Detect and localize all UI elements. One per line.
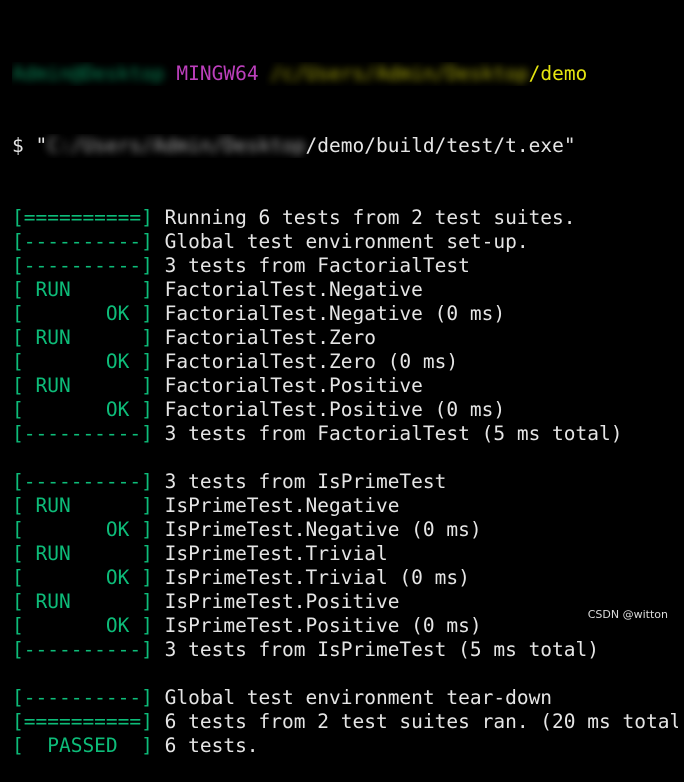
status-tag: [==========] [12, 206, 153, 229]
output-text: 6 tests from 2 test suites ran. (20 ms t… [152, 710, 678, 733]
terminal-window[interactable]: Admin@Desktop MINGW64 /c/Users/Admin/Des… [12, 14, 678, 782]
output-text: 3 tests from IsPrimeTest (5 ms total) [152, 638, 600, 661]
status-tag: [ OK ] [12, 398, 153, 421]
output-text: 3 tests from FactorialTest [152, 254, 470, 277]
status-tag: [ RUN ] [12, 278, 153, 301]
command-path-blurred: C:/Users/Admin/Desktop [47, 134, 306, 157]
output-line: [----------] 3 tests from FactorialTest … [12, 422, 678, 446]
prompt-line: Admin@Desktop MINGW64 /c/Users/Admin/Des… [12, 62, 678, 86]
output-line: [ OK ] IsPrimeTest.Negative (0 ms) [12, 518, 678, 542]
status-tag: [ OK ] [12, 566, 153, 589]
status-tag: [ PASSED ] [12, 734, 153, 757]
output-text: IsPrimeTest.Trivial (0 ms) [152, 566, 470, 589]
prompt-symbol: $ [12, 134, 24, 157]
output-text: FactorialTest.Positive (0 ms) [152, 398, 506, 421]
output-line: [ OK ] FactorialTest.Zero (0 ms) [12, 350, 678, 374]
output-line: [==========] 6 tests from 2 test suites … [12, 710, 678, 734]
output-line: [ RUN ] IsPrimeTest.Trivial [12, 542, 678, 566]
status-tag: [ RUN ] [12, 374, 153, 397]
output-text: FactorialTest.Positive [152, 374, 423, 397]
output-line: [----------] 3 tests from FactorialTest [12, 254, 678, 278]
output-line: [----------] Global test environment set… [12, 230, 678, 254]
output-text: 3 tests from FactorialTest (5 ms total) [152, 422, 623, 445]
status-tag: [ OK ] [12, 518, 153, 541]
command-line: $ "C:/Users/Admin/Desktop/demo/build/tes… [12, 134, 678, 158]
output-line: [ OK ] FactorialTest.Negative (0 ms) [12, 302, 678, 326]
user-host: Admin@Desktop [12, 62, 165, 85]
prompt-path-blurred: /c/Users/Admin/Desktop [270, 62, 529, 85]
output-text: IsPrimeTest.Positive [152, 590, 400, 613]
output-text: 6 tests. [152, 734, 259, 757]
output-line: [ OK ] IsPrimeTest.Trivial (0 ms) [12, 566, 678, 590]
output-line: [ RUN ] FactorialTest.Positive [12, 374, 678, 398]
output-text: IsPrimeTest.Positive (0 ms) [152, 614, 482, 637]
status-tag: [ OK ] [12, 614, 153, 637]
status-tag: [----------] [12, 254, 153, 277]
output-text: IsPrimeTest.Trivial [152, 542, 388, 565]
output-text: IsPrimeTest.Negative [152, 494, 400, 517]
output-text: 3 tests from IsPrimeTest [152, 470, 447, 493]
command-path: /demo/build/test/t.exe [305, 134, 564, 157]
watermark: CSDN @witton [587, 608, 668, 621]
output-line: [==========] Running 6 tests from 2 test… [12, 206, 678, 230]
status-tag: [----------] [12, 686, 153, 709]
shell-name: MINGW64 [176, 62, 259, 85]
status-tag: [----------] [12, 470, 153, 493]
output-line: [ PASSED ] 6 tests. [12, 734, 678, 758]
status-tag: [ OK ] [12, 302, 153, 325]
output-text: FactorialTest.Negative (0 ms) [152, 302, 506, 325]
output-text: FactorialTest.Negative [152, 278, 423, 301]
output-text: IsPrimeTest.Negative (0 ms) [152, 518, 482, 541]
output-text: Global test environment set-up. [152, 230, 529, 253]
status-tag: [----------] [12, 422, 153, 445]
command-quote-close: " [563, 134, 576, 157]
status-tag: [----------] [12, 230, 153, 253]
status-tag: [ RUN ] [12, 326, 153, 349]
prompt-path: /demo [528, 62, 588, 85]
output-line: [ RUN ] IsPrimeTest.Positive [12, 590, 678, 614]
status-tag: [ RUN ] [12, 542, 153, 565]
output-line: [ OK ] FactorialTest.Positive (0 ms) [12, 398, 678, 422]
output-line: [----------] 3 tests from IsPrimeTest [12, 470, 678, 494]
output-line: [ RUN ] IsPrimeTest.Negative [12, 494, 678, 518]
status-tag: [==========] [12, 710, 153, 733]
output-text: Running 6 tests from 2 test suites. [152, 206, 576, 229]
status-tag: [ OK ] [12, 350, 153, 373]
status-tag: [----------] [12, 638, 153, 661]
output-text: Global test environment tear-down [152, 686, 553, 709]
output-text: FactorialTest.Zero [152, 326, 376, 349]
output-line: [ RUN ] FactorialTest.Negative [12, 278, 678, 302]
output-text: FactorialTest.Zero (0 ms) [152, 350, 459, 373]
test-output: [==========] Running 6 tests from 2 test… [12, 206, 678, 758]
status-tag: [ RUN ] [12, 494, 153, 517]
output-line: [----------] Global test environment tea… [12, 686, 678, 710]
command-quote-open: " [35, 134, 48, 157]
output-line: [ RUN ] FactorialTest.Zero [12, 326, 678, 350]
output-line: [----------] 3 tests from IsPrimeTest (5… [12, 638, 678, 662]
output-line: [ OK ] IsPrimeTest.Positive (0 ms) [12, 614, 678, 638]
status-tag: [ RUN ] [12, 590, 153, 613]
